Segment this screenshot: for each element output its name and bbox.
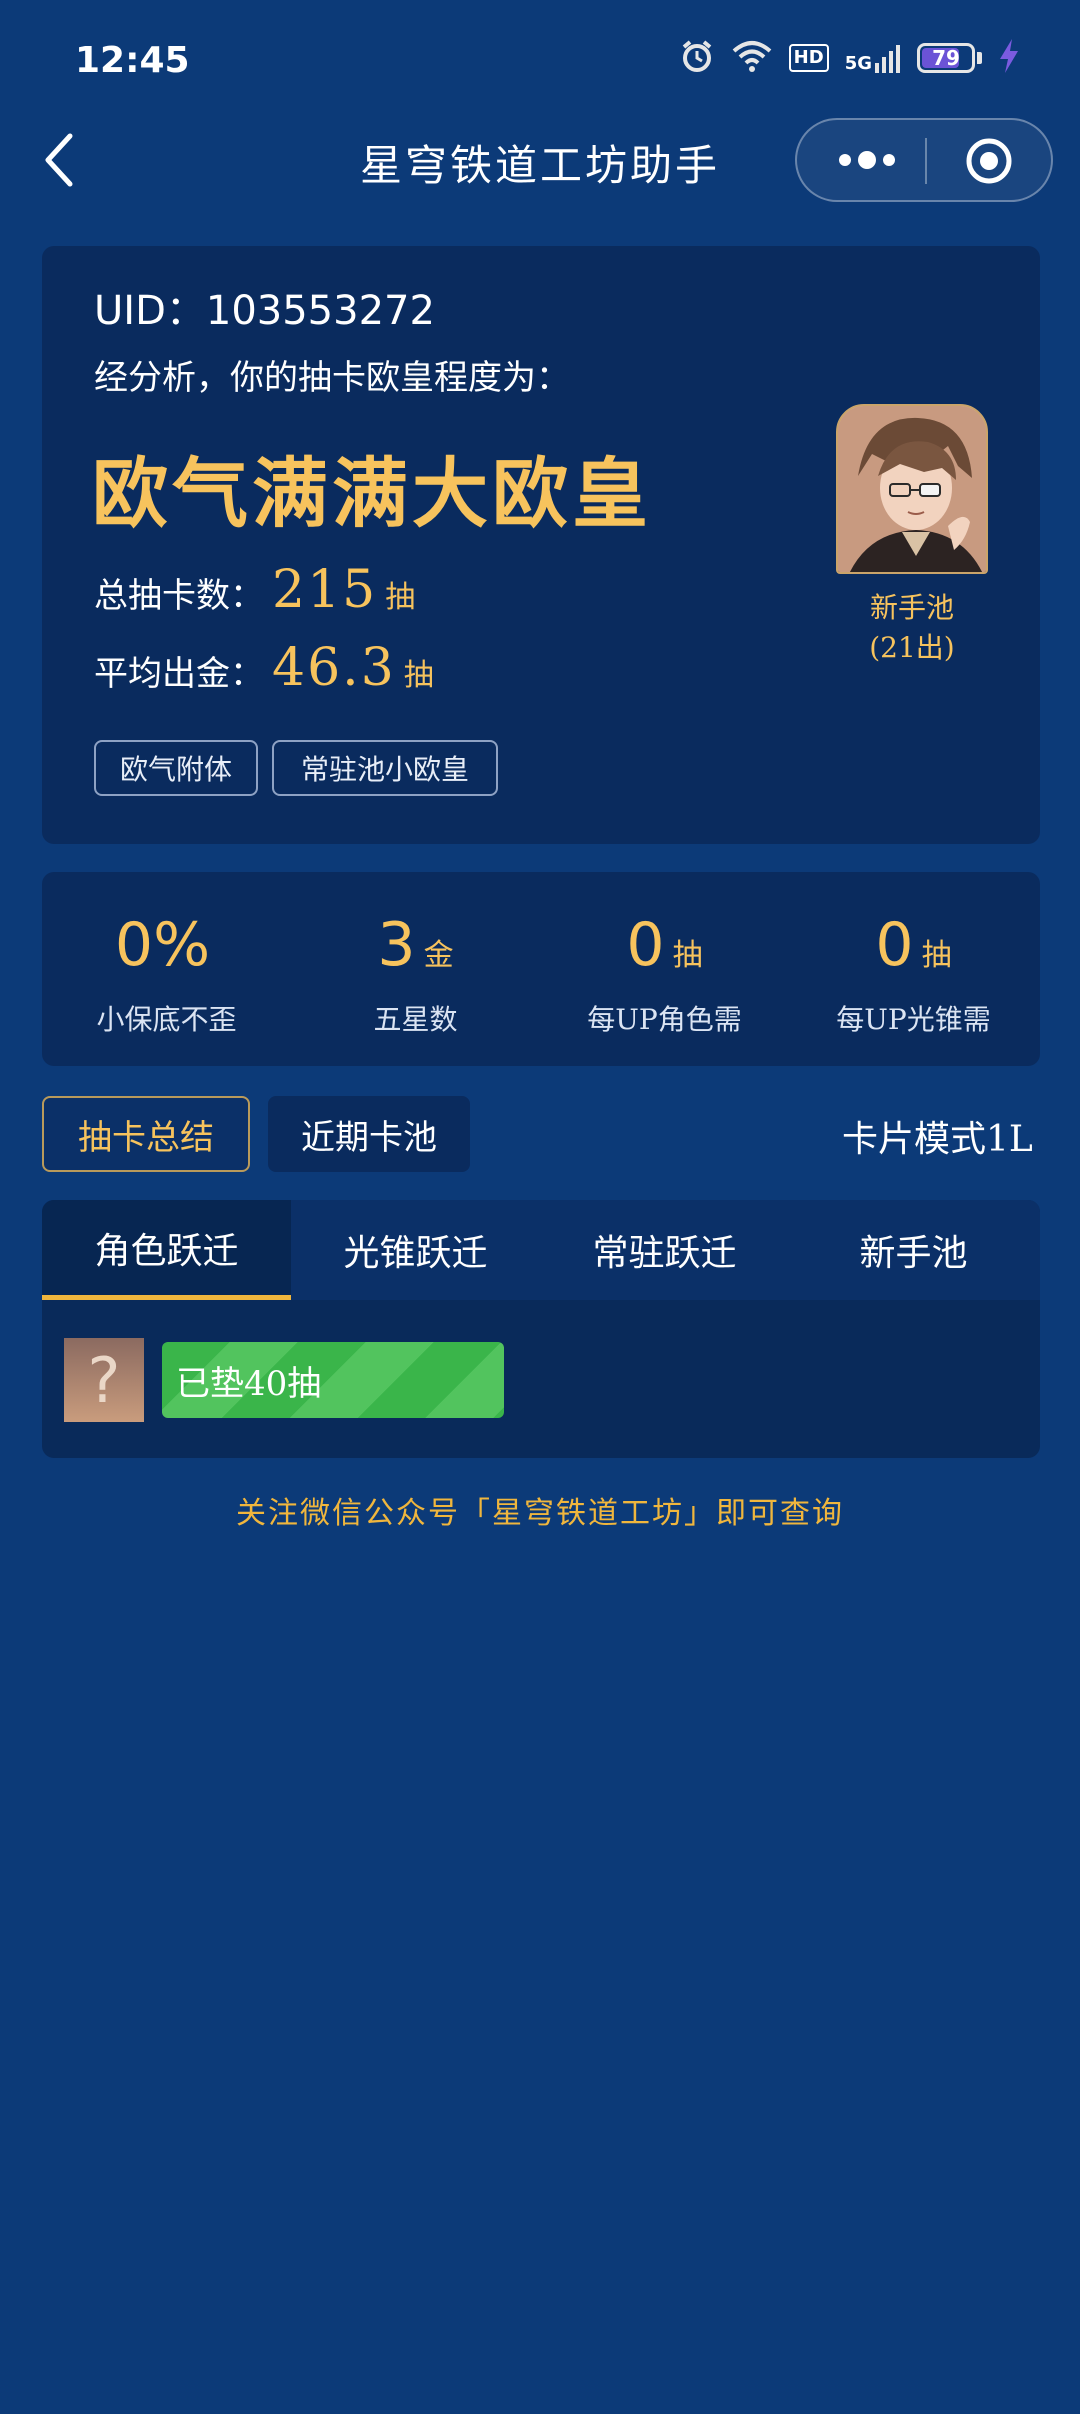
stat-label: 每UP光锥需 bbox=[836, 1003, 991, 1036]
stats-card: 0% 小保底不歪 3金 五星数 0抽 每UP角色需 0抽 每UP光锥需 bbox=[42, 872, 1040, 1066]
avg-gold-line: 平均出金： 46.3 抽 bbox=[94, 638, 434, 698]
uid-label: UID： bbox=[94, 288, 206, 334]
tab-light-cone-warp[interactable]: 光锥跃迁 bbox=[291, 1200, 540, 1300]
battery-level: 79 bbox=[932, 46, 960, 70]
stat-value: 3 bbox=[377, 910, 416, 980]
alarm-icon bbox=[679, 38, 715, 78]
character-avatar[interactable] bbox=[836, 404, 988, 574]
footer-note: 关注微信公众号「星穹铁道工坊」即可查询 bbox=[236, 1496, 844, 1531]
unknown-character-icon: ? bbox=[64, 1338, 144, 1422]
uid-value: 103553272 bbox=[205, 288, 435, 334]
stat-no-lose-5050: 0% 小保底不歪 bbox=[42, 872, 291, 1066]
stat-label: 五星数 bbox=[373, 1003, 458, 1036]
gacha-summary-card: UID：103553272 经分析，你的抽卡欧皇程度为： 欧气满满大欧皇 总抽卡… bbox=[42, 246, 1040, 844]
luck-rating: 欧气满满大欧皇 bbox=[92, 449, 652, 538]
featured-pool-name: 新手池 bbox=[869, 591, 954, 624]
tag-luck-possessed: 欧气附体 bbox=[94, 740, 258, 796]
tab-recent-pools[interactable]: 近期卡池 bbox=[268, 1096, 470, 1172]
status-icons: HD 5G 79 bbox=[679, 38, 1020, 78]
stat-value: 0% bbox=[114, 910, 211, 980]
stat-value-row: 0抽 bbox=[789, 910, 1038, 980]
stat-unit: 抽 bbox=[672, 938, 703, 973]
pity-progress-bar: 已垫40抽 bbox=[162, 1342, 504, 1418]
tab-character-warp[interactable]: 角色跃迁 bbox=[42, 1200, 291, 1300]
character-portrait-icon bbox=[838, 406, 986, 572]
stat-label: 小保底不歪 bbox=[96, 1003, 237, 1036]
pool-card: 角色跃迁 光锥跃迁 常驻跃迁 新手池 ? 已垫40抽 bbox=[42, 1200, 1040, 1458]
tab-standard-warp[interactable]: 常驻跃迁 bbox=[540, 1200, 789, 1300]
capsule-divider bbox=[925, 138, 927, 184]
card-mode-toggle[interactable]: 卡片模式1L bbox=[842, 1110, 1038, 1162]
avg-gold-label: 平均出金： bbox=[94, 654, 264, 694]
total-pulls-label: 总抽卡数： bbox=[94, 576, 264, 616]
hd-badge: HD bbox=[788, 44, 829, 72]
stat-unit: 抽 bbox=[921, 938, 952, 973]
total-pulls-line: 总抽卡数： 215 抽 bbox=[94, 560, 415, 620]
stat-value-row: 0抽 bbox=[540, 910, 789, 980]
stat-value-row: 3金 bbox=[291, 910, 540, 980]
stat-per-up-light-cone: 0抽 每UP光锥需 bbox=[789, 872, 1038, 1066]
target-close-icon bbox=[966, 138, 1012, 184]
more-button[interactable] bbox=[827, 140, 907, 180]
total-pulls-value: 215 bbox=[272, 560, 378, 620]
stat-value-row: 0% bbox=[42, 910, 291, 980]
stat-label: 每UP角色需 bbox=[587, 1003, 742, 1036]
charging-icon bbox=[998, 39, 1020, 77]
uid-line: UID：103553272 bbox=[94, 278, 435, 336]
stat-five-star-count: 3金 五星数 bbox=[291, 872, 540, 1066]
battery-cap bbox=[977, 52, 982, 64]
avg-gold-unit: 抽 bbox=[403, 658, 434, 693]
featured-pool-count: (21出) bbox=[869, 631, 955, 664]
close-mini-program-button[interactable] bbox=[965, 137, 1013, 185]
more-dots-icon bbox=[839, 151, 895, 169]
status-time: 12:45 bbox=[75, 40, 190, 81]
analysis-text: 经分析，你的抽卡欧皇程度为： bbox=[94, 358, 570, 398]
battery-icon: 79 bbox=[917, 43, 975, 73]
total-pulls-unit: 抽 bbox=[385, 580, 416, 615]
pity-count: 已垫40抽 bbox=[176, 1363, 322, 1404]
stat-value: 0 bbox=[626, 910, 665, 980]
network-label: 5G bbox=[844, 53, 872, 74]
stat-unit: 金 bbox=[423, 938, 454, 973]
avg-gold-value: 46.3 bbox=[272, 638, 396, 698]
wifi-icon bbox=[731, 39, 773, 77]
tab-beginner-warp[interactable]: 新手池 bbox=[789, 1200, 1038, 1300]
tag-standard-pool-lucky: 常驻池小欧皇 bbox=[272, 740, 498, 796]
signal-icon: 5G bbox=[845, 43, 901, 73]
status-bar: 12:45 HD 5G 79 bbox=[0, 0, 1080, 130]
tab-gacha-summary[interactable]: 抽卡总结 bbox=[42, 1096, 250, 1172]
stat-per-up-character: 0抽 每UP角色需 bbox=[540, 872, 789, 1066]
stat-value: 0 bbox=[875, 910, 914, 980]
mini-program-capsule bbox=[795, 118, 1053, 202]
pool-tabs: 角色跃迁 光锥跃迁 常驻跃迁 新手池 bbox=[42, 1200, 1040, 1300]
